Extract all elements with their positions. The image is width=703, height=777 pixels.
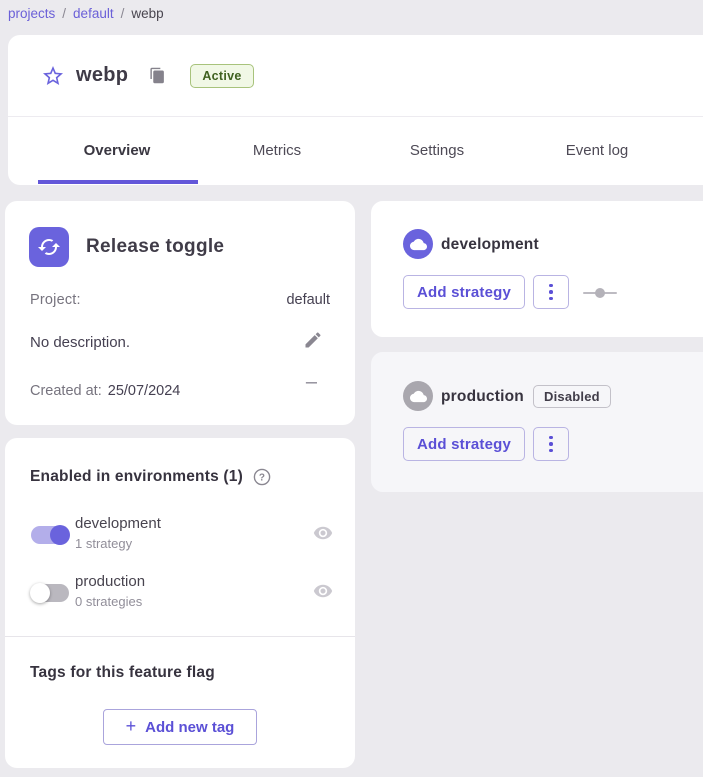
- feature-title-row: webp Active: [8, 35, 703, 117]
- description-text: No description.: [30, 334, 130, 351]
- breadcrumb: projects / default / webp: [8, 1, 164, 25]
- disabled-badge: Disabled: [533, 385, 611, 408]
- tab-event-log[interactable]: Event log: [517, 117, 677, 184]
- strategy-connector-graphic: [583, 287, 617, 299]
- eye-icon: [313, 523, 333, 543]
- created-at-row: Created at: 25/07/2024: [30, 383, 180, 399]
- kebab-icon: [549, 284, 553, 301]
- status-badge: Active: [190, 64, 253, 88]
- environment-name: development: [75, 515, 161, 532]
- visibility-button[interactable]: [313, 523, 333, 543]
- environment-strategy-count: 0 strategies: [75, 594, 142, 609]
- development-environment-panel: development Add strategy: [371, 201, 703, 337]
- favorite-star-icon[interactable]: [41, 64, 65, 88]
- visibility-button[interactable]: [313, 581, 333, 601]
- breadcrumb-current: webp: [131, 6, 163, 21]
- environment-panel-name: production: [441, 388, 524, 406]
- breadcrumb-separator: /: [62, 6, 66, 21]
- pencil-icon: [303, 330, 323, 350]
- toggle-knob: [30, 583, 50, 603]
- edit-description-button[interactable]: [303, 330, 323, 350]
- created-at-value: 25/07/2024: [108, 383, 181, 399]
- page-title: webp: [76, 64, 128, 87]
- section-divider: [5, 636, 355, 637]
- environment-strategy-count: 1 strategy: [75, 536, 132, 551]
- svg-text:?: ?: [259, 473, 265, 484]
- tab-bar: Overview Metrics Settings Event log: [8, 117, 703, 184]
- feature-header-card: webp Active Overview Metrics Settings Ev…: [8, 35, 703, 185]
- development-toggle[interactable]: [31, 526, 69, 544]
- production-environment-panel: production Disabled Add strategy: [371, 352, 703, 492]
- environments-title: Enabled in environments (1): [30, 468, 243, 486]
- feature-details-card: Release toggle Project: default No descr…: [5, 201, 355, 425]
- add-strategy-button[interactable]: Add strategy: [403, 275, 525, 309]
- tab-settings[interactable]: Settings: [357, 117, 517, 184]
- release-toggle-icon: [29, 227, 69, 267]
- copy-icon: [149, 67, 166, 84]
- collapse-button[interactable]: –: [306, 371, 317, 394]
- project-label: Project:: [30, 292, 81, 308]
- breadcrumb-separator: /: [121, 6, 125, 21]
- production-toggle[interactable]: [31, 584, 69, 602]
- project-value: default: [286, 292, 330, 308]
- environment-menu-button[interactable]: [533, 427, 569, 461]
- help-icon[interactable]: ?: [253, 468, 271, 486]
- toggle-knob: [50, 525, 70, 545]
- environment-row-development: development 1 strategy: [5, 515, 355, 559]
- kebab-icon: [549, 436, 553, 453]
- cloud-environment-icon: [403, 381, 433, 411]
- environment-row-production: production 0 strategies: [5, 573, 355, 617]
- eye-icon: [313, 581, 333, 601]
- environment-menu-button[interactable]: [533, 275, 569, 309]
- copy-name-button[interactable]: [149, 67, 166, 84]
- add-new-tag-button[interactable]: + Add new tag: [103, 709, 257, 745]
- breadcrumb-link-default[interactable]: default: [73, 6, 114, 21]
- add-strategy-button[interactable]: Add strategy: [403, 427, 525, 461]
- environments-card: Enabled in environments (1) ? developmen…: [5, 438, 355, 768]
- tab-metrics[interactable]: Metrics: [197, 117, 357, 184]
- tab-overview[interactable]: Overview: [37, 117, 197, 184]
- created-at-label: Created at:: [30, 383, 102, 399]
- add-new-tag-label: Add new tag: [145, 719, 234, 736]
- plus-icon: +: [126, 716, 137, 737]
- environment-name: production: [75, 573, 145, 590]
- environment-panel-name: development: [441, 236, 539, 254]
- tags-section-title: Tags for this feature flag: [30, 664, 215, 682]
- feature-type-title: Release toggle: [86, 236, 224, 258]
- cloud-environment-icon: [403, 229, 433, 259]
- breadcrumb-link-projects[interactable]: projects: [8, 6, 55, 21]
